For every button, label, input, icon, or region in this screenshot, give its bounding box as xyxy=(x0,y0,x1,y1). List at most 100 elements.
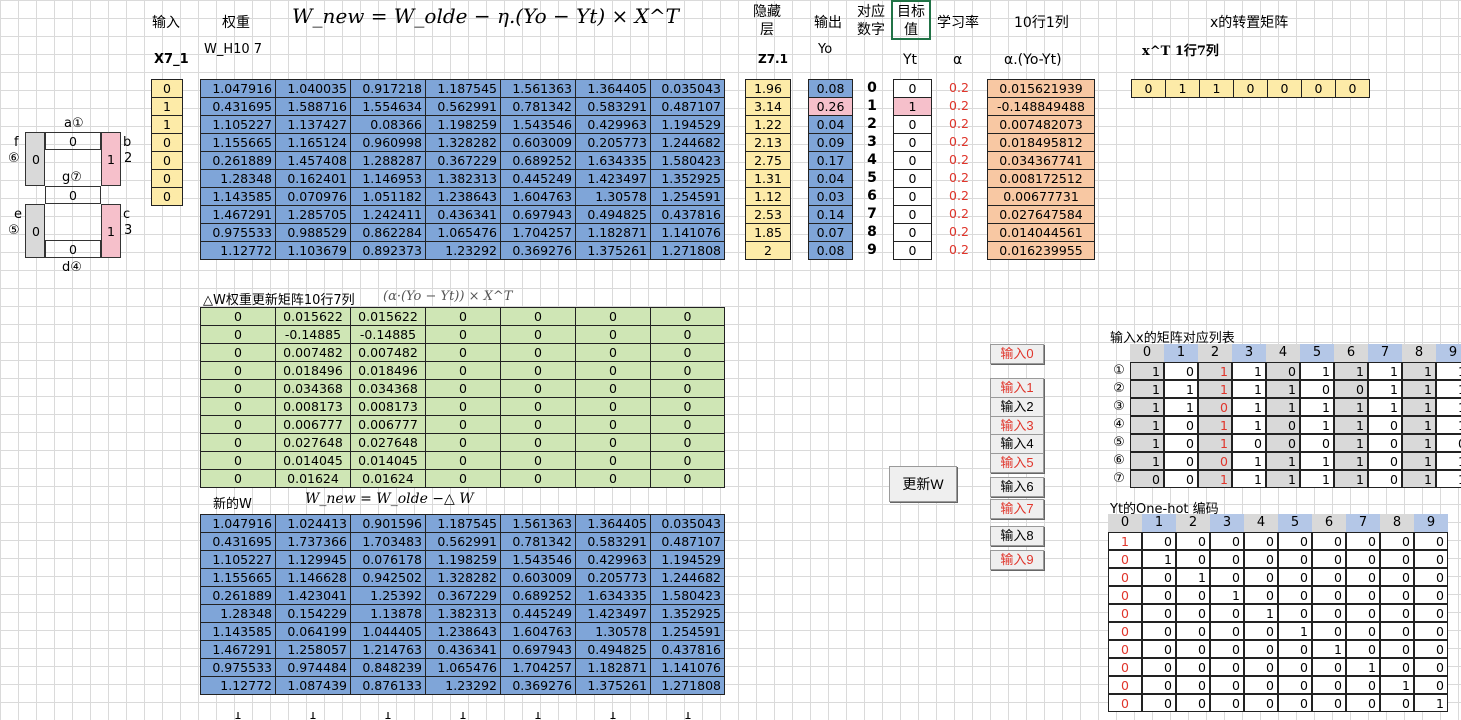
new-weight-cell[interactable]: 1.28348 xyxy=(201,605,276,623)
map-cell[interactable]: 0 xyxy=(1266,434,1300,452)
input-8-button[interactable]: 输入8 xyxy=(990,526,1044,546)
new-weight-cell[interactable]: 1.065476 xyxy=(426,659,501,677)
weight-cell[interactable]: 1.554634 xyxy=(351,98,426,116)
weight-cell[interactable]: 0.862284 xyxy=(351,224,426,242)
delta-cell[interactable]: 0.034368 xyxy=(351,380,426,398)
target-cell[interactable]: 0 xyxy=(894,224,932,242)
map-cell[interactable]: 1 xyxy=(1368,362,1402,380)
new-weight-cell[interactable]: 0.205773 xyxy=(576,569,651,587)
map-cell[interactable]: 1 xyxy=(1436,398,1461,416)
onehot-cell[interactable]: 0 xyxy=(1176,676,1210,694)
hidden-cell[interactable]: 1.22 xyxy=(746,116,791,134)
delta-cell[interactable]: 0 xyxy=(426,452,501,470)
map-cell[interactable]: 1 xyxy=(1198,416,1232,434)
output-cell[interactable]: 0.07 xyxy=(809,224,853,242)
map-cell[interactable]: 1 xyxy=(1266,398,1300,416)
map-cell[interactable]: 0 xyxy=(1266,416,1300,434)
weight-cell[interactable]: 0.035043 xyxy=(651,80,725,98)
onehot-cell[interactable]: 0 xyxy=(1346,550,1380,568)
onehot-cell[interactable]: 0 xyxy=(1312,532,1346,550)
weight-cell[interactable]: 0.583291 xyxy=(576,98,651,116)
delta-cell[interactable]: 0 xyxy=(501,380,576,398)
delta-cell[interactable]: 0 xyxy=(651,326,725,344)
new-weight-cell[interactable]: 1.328282 xyxy=(426,569,501,587)
target-header-cell[interactable]: 目标值 xyxy=(891,0,931,40)
new-weight-cell[interactable]: 1.423497 xyxy=(576,605,651,623)
onehot-cell[interactable]: 0 xyxy=(1176,694,1210,712)
onehot-cell[interactable]: 1 xyxy=(1346,658,1380,676)
onehot-cell[interactable]: 0 xyxy=(1108,604,1142,622)
map-cell[interactable]: 1 xyxy=(1130,398,1164,416)
delta-cell[interactable]: 0 xyxy=(501,362,576,380)
onehot-cell[interactable]: 0 xyxy=(1278,640,1312,658)
weight-cell[interactable]: 1.271808 xyxy=(651,242,725,260)
weight-cell[interactable]: 1.634335 xyxy=(576,152,651,170)
delta-cell[interactable]: 0.008173 xyxy=(351,398,426,416)
new-weight-cell[interactable]: 1.423041 xyxy=(276,587,351,605)
weight-cell[interactable]: 1.194529 xyxy=(651,116,725,134)
onehot-cell[interactable]: 0 xyxy=(1380,586,1414,604)
delta-cell[interactable]: 0 xyxy=(576,344,651,362)
new-weight-cell[interactable]: 0.437816 xyxy=(651,641,725,659)
delta-cell[interactable]: 0 xyxy=(201,398,276,416)
onehot-cell[interactable]: 0 xyxy=(1244,640,1278,658)
weight-cell[interactable]: 0.08366 xyxy=(351,116,426,134)
delta-cell[interactable]: 0 xyxy=(576,308,651,326)
new-weight-cell[interactable]: 0.487107 xyxy=(651,533,725,551)
new-weight-cell[interactable]: 0.429963 xyxy=(576,551,651,569)
delta-cell[interactable]: 0 xyxy=(576,434,651,452)
weight-cell[interactable]: 0.603009 xyxy=(501,134,576,152)
onehot-cell[interactable]: 0 xyxy=(1414,532,1448,550)
weight-cell[interactable]: 1.285705 xyxy=(276,206,351,224)
x-input-cell[interactable]: 1 xyxy=(152,98,183,116)
onehot-cell[interactable]: 0 xyxy=(1244,532,1278,550)
xt-cell[interactable]: 0 xyxy=(1336,80,1370,98)
new-weight-cell[interactable]: 1.244682 xyxy=(651,569,725,587)
hidden-cell[interactable]: 1.12 xyxy=(746,188,791,206)
map-cell[interactable]: 1 xyxy=(1368,380,1402,398)
delta-cell[interactable]: 0 xyxy=(501,308,576,326)
delta-cell[interactable]: 0.006777 xyxy=(276,416,351,434)
weight-cell[interactable]: 1.364405 xyxy=(576,80,651,98)
onehot-cell[interactable]: 1 xyxy=(1312,640,1346,658)
onehot-cell[interactable]: 0 xyxy=(1346,532,1380,550)
delta-cell[interactable]: 0 xyxy=(426,470,501,488)
new-weight-cell[interactable]: 1.23292 xyxy=(426,677,501,695)
map-cell[interactable]: 1 xyxy=(1198,380,1232,398)
onehot-cell[interactable]: 1 xyxy=(1414,694,1448,712)
delta-cell[interactable]: 0.014045 xyxy=(351,452,426,470)
new-weight-cell[interactable]: 0.431695 xyxy=(201,533,276,551)
onehot-cell[interactable]: 0 xyxy=(1176,586,1210,604)
new-weight-cell[interactable]: 0.697943 xyxy=(501,641,576,659)
new-weight-cell[interactable]: 1.634335 xyxy=(576,587,651,605)
weight-cell[interactable]: 0.697943 xyxy=(501,206,576,224)
delta-cell[interactable]: 0.014045 xyxy=(276,452,351,470)
weight-cell[interactable]: 1.040035 xyxy=(276,80,351,98)
delta-cell[interactable]: 0 xyxy=(501,452,576,470)
weight-cell[interactable]: 1.580423 xyxy=(651,152,725,170)
delta-cell[interactable]: 0 xyxy=(501,416,576,434)
new-weight-cell[interactable]: 1.143585 xyxy=(201,623,276,641)
delta-cell[interactable]: 0 xyxy=(651,308,725,326)
alpha-diff-cell[interactable]: 0.016239955 xyxy=(988,242,1095,260)
map-cell[interactable]: 1 xyxy=(1402,434,1436,452)
onehot-cell[interactable]: 1 xyxy=(1244,604,1278,622)
alpha-cell[interactable]: 0.2 xyxy=(932,205,986,223)
map-cell[interactable]: 1 xyxy=(1334,416,1368,434)
map-cell[interactable]: 1 xyxy=(1232,452,1266,470)
new-weight-cell[interactable]: 0.603009 xyxy=(501,569,576,587)
onehot-cell[interactable]: 0 xyxy=(1380,532,1414,550)
output-cell[interactable]: 0.26 xyxy=(809,98,853,116)
hidden-cell[interactable]: 3.14 xyxy=(746,98,791,116)
weight-cell[interactable]: 1.352925 xyxy=(651,170,725,188)
alpha-diff-cell[interactable]: 0.014044561 xyxy=(988,224,1095,242)
onehot-cell[interactable]: 0 xyxy=(1176,604,1210,622)
new-weight-cell[interactable]: 1.194529 xyxy=(651,551,725,569)
delta-cell[interactable]: 0.007482 xyxy=(351,344,426,362)
map-cell[interactable]: 0 xyxy=(1368,452,1402,470)
output-cell[interactable]: 0.03 xyxy=(809,188,853,206)
delta-cell[interactable]: 0.027648 xyxy=(351,434,426,452)
new-weight-cell[interactable]: 0.367229 xyxy=(426,587,501,605)
delta-cell[interactable]: -0.14885 xyxy=(276,326,351,344)
delta-cell[interactable]: 0.034368 xyxy=(276,380,351,398)
